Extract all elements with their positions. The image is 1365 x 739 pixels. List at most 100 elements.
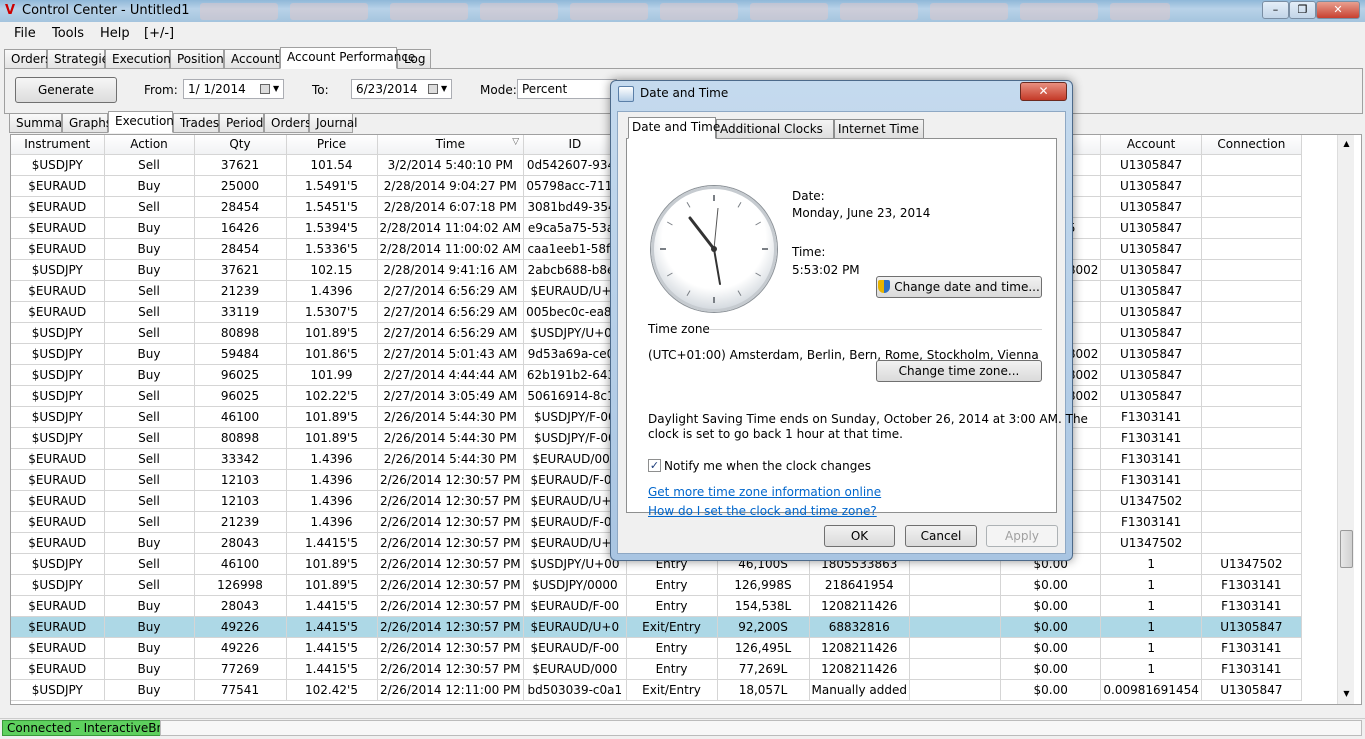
table-cell [1201,469,1302,491]
tab-orders[interactable]: Orders [4,49,51,69]
timezone-header: Time zone [648,322,710,336]
table-cell: $USDJPY [11,574,105,596]
column-header[interactable]: Instrument [11,135,105,155]
background-window-tab [930,3,1008,20]
time-label: Time: [792,245,826,259]
table-cell [1201,196,1302,218]
table-cell [1201,427,1302,449]
table-cell: Manually added [809,679,910,701]
change-date-time-button[interactable]: Change date and time... [876,276,1042,298]
minute-hand [713,248,721,285]
change-time-zone-button[interactable]: Change time zone... [876,360,1042,382]
column-header[interactable]: Price [286,135,378,155]
tab-internet-time[interactable]: Internet Time [834,119,924,139]
table-cell: U1305847 [1100,301,1202,323]
table-cell: Exit/Entry [626,616,718,638]
vertical-scrollbar[interactable]: ▲ ▼ [1337,135,1354,704]
table-cell: $USDJPY [11,154,105,176]
table-cell: $EURAUD [11,469,105,491]
table-cell [1201,511,1302,533]
table-cell: Buy [104,595,195,617]
table-row[interactable]: $EURAUD Buy 77269 1.4415'5 2/26/2014 12:30:5… [11,658,1302,680]
table-cell: F1303141 [1100,469,1202,491]
subtab-orders[interactable]: Orders [264,113,311,133]
table-cell: $USDJPY [11,679,105,701]
table-cell: 1.4396 [286,469,378,491]
table-cell: Sell [104,427,195,449]
tab-date-and-time[interactable]: Date and Time [628,117,720,139]
table-cell: F1303141 [1100,511,1202,533]
timezone-info-link[interactable]: Get more time zone information online [648,485,881,499]
table-cell: 2/28/2014 6:07:18 PM [377,196,525,218]
table-cell: Buy [104,259,195,281]
table-cell: 2/27/2014 6:56:29 AM [377,322,525,344]
maximize-button[interactable]: ❐ [1289,1,1316,19]
analog-clock [651,186,777,312]
menu-help[interactable]: Help [100,26,130,41]
tab-accounts[interactable]: Accounts [224,49,286,69]
table-cell: 101.89'5 [286,553,378,575]
scroll-thumb[interactable] [1340,530,1353,568]
subtab-journal[interactable]: Journal [309,113,358,133]
table-cell: 2/26/2014 12:30:57 PM [377,490,525,512]
table-cell: U1305847 [1100,385,1202,407]
table-cell: Buy [104,679,195,701]
table-cell: 2/26/2014 5:44:30 PM [377,448,525,470]
table-cell: 16426 [194,217,287,239]
table-cell: Buy [104,238,195,260]
table-row[interactable]: $EURAUD Buy 49226 1.4415'5 2/26/2014 12:30:5… [11,616,1302,638]
table-row[interactable]: $EURAUD Buy 49226 1.4415'5 2/26/2014 12:30:5… [11,637,1302,659]
menu-tools[interactable]: Tools [52,26,84,41]
date-value: Monday, June 23, 2014 [792,206,931,220]
to-date-picker[interactable]: 6/23/2014 ▼ [351,79,452,99]
table-cell: Sell [104,322,195,344]
help-clock-link[interactable]: How do I set the clock and time zone? [648,504,877,518]
table-cell: 126,998S [717,574,810,596]
table-cell: 1 [1100,658,1202,680]
mode-select[interactable]: Percent [517,79,617,99]
tab-account-performance[interactable]: Account Performance [280,47,415,69]
table-cell: 0.00981691454 [1100,679,1202,701]
table-cell: $EURAUD [11,238,105,260]
scroll-down-icon[interactable]: ▼ [1338,685,1355,702]
table-row[interactable]: $USDJPY Sell 126998 101.89'5 2/26/2014 12:30… [11,574,1302,596]
from-date-picker[interactable]: 1/ 1/2014 ▼ [183,79,284,99]
table-row[interactable]: $USDJPY Buy 77541 102.42'5 2/26/2014 12:11:0… [11,679,1302,701]
subtab-executions[interactable]: Executions [108,111,180,133]
table-cell: U1305847 [1100,175,1202,197]
ok-button[interactable]: OK [824,525,895,547]
table-cell: 1208211426 [809,595,910,617]
column-header[interactable]: Qty [194,135,287,155]
menu-file[interactable]: File [14,26,36,41]
table-cell: F1303141 [1100,448,1202,470]
column-header[interactable]: Action [104,135,195,155]
cancel-button[interactable]: Cancel [905,525,977,547]
close-window-button[interactable]: ✕ [1316,1,1360,19]
dialog-close-button[interactable]: ✕ [1020,82,1067,101]
table-cell: $0.00 [1000,658,1102,680]
apply-button[interactable]: Apply [986,525,1058,547]
subtab-graphs[interactable]: Graphs [62,113,112,133]
subtab-summary[interactable]: Summary [9,113,74,133]
background-window-tab [200,3,278,20]
menu-toggle[interactable]: [+/-] [144,26,174,41]
table-row[interactable]: $EURAUD Buy 28043 1.4415'5 2/26/2014 12:30:5… [11,595,1302,617]
notify-checkbox[interactable]: ✓ [648,459,661,472]
scroll-up-icon[interactable]: ▲ [1338,135,1355,152]
tab-additional-clocks[interactable]: Additional Clocks [716,119,834,139]
minimize-button[interactable]: – [1262,1,1289,19]
column-header[interactable]: Account [1100,135,1202,155]
to-label: To: [312,83,329,97]
subtab-periods[interactable]: Periods [219,113,270,133]
table-cell: U1305847 [1100,217,1202,239]
tab-executions[interactable]: Executions [105,49,177,69]
subtab-trades[interactable]: Trades [173,113,219,133]
generate-button[interactable]: Generate [15,77,117,103]
tab-positions[interactable]: Positions [170,49,230,69]
table-cell: $EURAUD [11,217,105,239]
column-header[interactable]: Connection [1201,135,1302,155]
column-header[interactable]: Time ▽ [377,135,525,155]
table-cell: 46100 [194,406,287,428]
table-cell: Entry [626,658,718,680]
tab-strategies[interactable]: Strategies [47,49,115,69]
